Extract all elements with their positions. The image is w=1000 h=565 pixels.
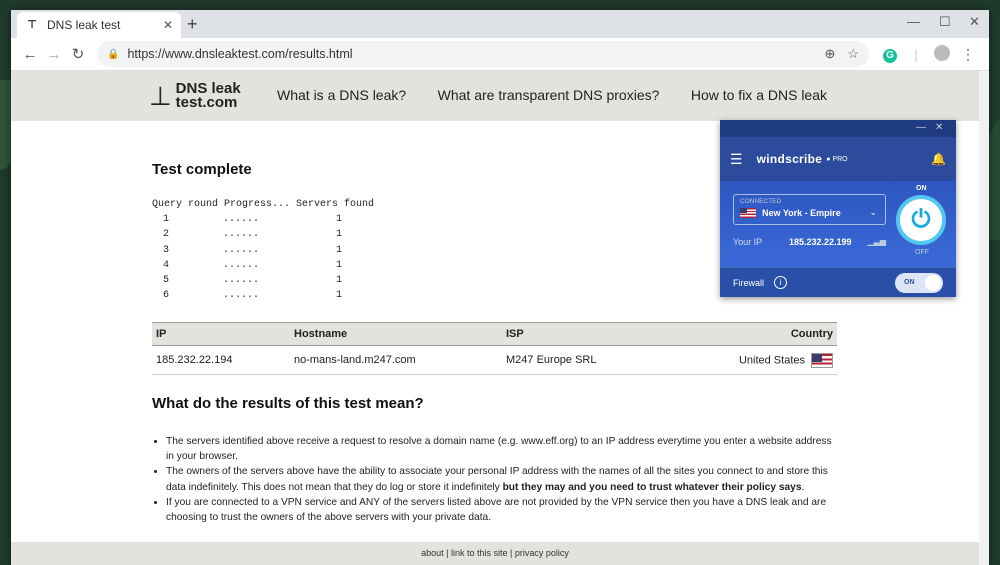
logo-line-2: test.com (175, 94, 238, 111)
grammarly-extension-icon[interactable]: G (877, 45, 903, 63)
site-footer: about | link to this site | privacy poli… (11, 542, 979, 565)
results-meaning-heading: What do the results of this test mean? (152, 394, 424, 412)
hamburger-menu-icon[interactable]: ☰ (730, 151, 743, 168)
results-header-row: IP Hostname ISP Country (152, 321, 837, 346)
site-nav: What is a DNS leak? What are transparent… (267, 87, 827, 105)
tab-strip: ⊤ DNS leak test ✕ + — ☐ ✕ (11, 10, 989, 38)
us-flag-icon (811, 352, 833, 368)
country-name: United States (738, 354, 805, 367)
windscribe-header: ☰ windscribe ● PRO 🔔 (720, 137, 956, 181)
windscribe-close-icon[interactable]: ✕ (935, 122, 943, 133)
location-name: New York - Empire (762, 208, 841, 218)
cell-hostname: no-mans-land.m247.com (290, 345, 502, 375)
cell-isp: M247 Europe SRL (502, 345, 667, 375)
chevron-down-icon: ⌄ (869, 207, 877, 217)
back-arrow-icon[interactable]: ← (19, 46, 41, 63)
ip-row: Your IP 185.232.22.199 ▁▃▅ (733, 237, 886, 247)
zoom-icon[interactable]: ⊕ (824, 46, 835, 62)
pro-badge: ● PRO (826, 155, 848, 163)
info-icon[interactable]: i (774, 276, 788, 289)
results-table: IP Hostname ISP Country 185.232.22.194 n… (152, 321, 837, 375)
bookmark-star-icon[interactable]: ☆ (847, 46, 859, 62)
firewall-label: Firewall (733, 277, 765, 288)
col-hostname: Hostname (290, 321, 502, 346)
nav-what-is-dns-leak[interactable]: What is a DNS leak? (277, 87, 406, 103)
col-country: Country (666, 321, 837, 346)
url-text: https://www.dnsleaktest.com/results.html (127, 47, 353, 61)
cell-ip: 185.232.22.194 (152, 345, 290, 375)
power-button[interactable]: ⏻ (896, 195, 946, 245)
table-row: 185.232.22.194 no-mans-land.m247.com M24… (152, 345, 837, 375)
forward-arrow-icon[interactable]: → (43, 46, 65, 63)
page-scrollbar[interactable] (979, 71, 989, 565)
tap-logo-icon: ⊥ (149, 80, 172, 111)
off-label: OFF (915, 249, 929, 256)
windscribe-titlebar: — ✕ (720, 120, 956, 137)
list-item: The servers identified above receive a r… (166, 434, 837, 465)
tap-favicon-icon: ⊤ (27, 19, 37, 31)
windscribe-connection-panel: CONNECTED New York - Empire ⌄ Your IP 18… (720, 181, 956, 267)
nav-how-to-fix[interactable]: How to fix a DNS leak (691, 87, 827, 103)
tab-dns-leak-test[interactable]: ⊤ DNS leak test ✕ (17, 12, 181, 38)
explanation-list: The servers identified above receive a r… (152, 434, 837, 526)
power-icon: ⏻ (911, 206, 931, 233)
lock-icon: 🔒 (107, 48, 120, 60)
windscribe-minimize-icon[interactable]: — (916, 122, 926, 133)
maximize-button[interactable]: ☐ (939, 14, 951, 30)
location-selector[interactable]: CONNECTED New York - Empire ⌄ (733, 194, 886, 225)
connected-label: CONNECTED (740, 198, 782, 205)
windscribe-widget: — ✕ ☰ windscribe ● PRO 🔔 CONNECTED New Y… (720, 120, 956, 297)
emphasis-text: but they may and you need to trust whate… (502, 481, 802, 493)
list-item: If you are connected to a VPN service an… (166, 495, 837, 526)
new-tab-button[interactable]: + (187, 14, 198, 35)
address-bar[interactable]: 🔒 https://www.dnsleaktest.com/results.ht… (97, 41, 869, 67)
list-item: The owners of the servers above have the… (166, 464, 837, 495)
nav-transparent-dns-proxies[interactable]: What are transparent DNS proxies? (438, 87, 660, 103)
minimize-button[interactable]: — (907, 14, 920, 29)
on-label: ON (916, 185, 927, 192)
profile-avatar-icon[interactable] (929, 44, 955, 64)
col-ip: IP (152, 321, 290, 346)
ip-label: Your IP (733, 237, 763, 247)
tab-close-icon[interactable]: ✕ (163, 18, 173, 32)
toggle-knob (925, 274, 941, 291)
firewall-row: Firewall i ON (720, 267, 956, 297)
site-header: ⊥ DNS leak test.com What is a DNS leak? … (11, 71, 989, 121)
us-flag-icon (740, 208, 756, 218)
col-isp: ISP (502, 321, 667, 346)
footer-about-link[interactable]: about (421, 548, 444, 558)
tab-title: DNS leak test (47, 18, 121, 32)
close-window-button[interactable]: ✕ (969, 14, 980, 30)
footer-link-to-site[interactable]: link to this site (451, 548, 508, 558)
reload-icon[interactable]: ↻ (67, 45, 89, 63)
ip-value: 185.232.22.199 (789, 237, 852, 247)
toolbar-divider: | (914, 46, 918, 62)
site-logo[interactable]: ⊥ DNS leak test.com (149, 81, 267, 112)
browser-toolbar: ← → ↻ 🔒 https://www.dnsleaktest.com/resu… (11, 38, 989, 71)
cell-country: United States (666, 345, 837, 375)
signal-bars-icon: ▁▃▅ (867, 237, 886, 246)
bell-icon[interactable]: 🔔 (931, 152, 946, 166)
footer-privacy-link[interactable]: privacy policy (515, 548, 569, 558)
windscribe-brand: windscribe (756, 152, 823, 166)
menu-kebab-icon[interactable]: ⋮ (955, 46, 981, 63)
firewall-toggle[interactable]: ON (895, 272, 943, 293)
